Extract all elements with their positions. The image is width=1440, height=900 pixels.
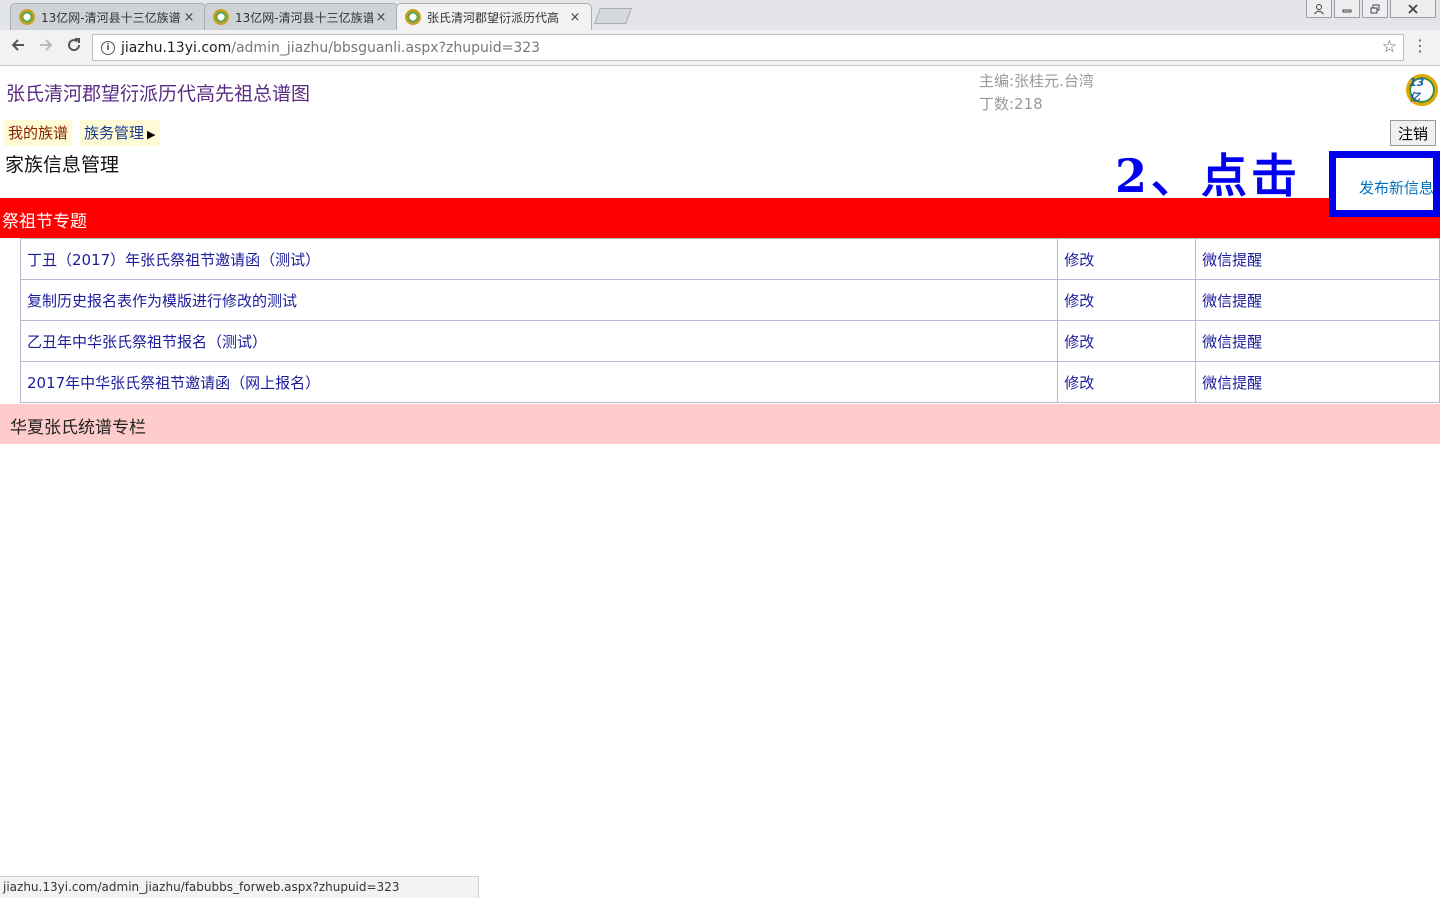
table-row: 复制历史报名表作为模版进行修改的测试 修改 微信提醒: [19, 279, 1440, 321]
post-title-link[interactable]: 乙丑年中华张氏祭祖节报名（测试）: [19, 320, 1059, 362]
post-table: 丁丑（2017）年张氏祭祖节邀请函（测试） 修改 微信提醒 复制历史报名表作为模…: [19, 238, 1440, 403]
tab-title: 张氏清河郡望衍派历代高: [427, 10, 560, 25]
wechat-reminder-link[interactable]: 微信提醒: [1195, 361, 1440, 403]
member-count: 丁数:218: [979, 95, 1043, 113]
section-header-unified-genealogy: 华夏张氏统谱专栏: [0, 404, 1440, 444]
minimize-icon[interactable]: [1334, 0, 1360, 18]
forward-arrow-icon[interactable]: [34, 36, 58, 60]
nav-clan-management-label: 族务管理: [84, 124, 145, 142]
wechat-reminder-link[interactable]: 微信提醒: [1195, 320, 1440, 362]
url-host: jiazhu.13yi.com: [121, 39, 232, 56]
browser-tab-strip: 13亿网-清河县十三亿族谱 × 13亿网-清河县十三亿族谱 × 张氏清河郡望衍派…: [0, 0, 1440, 30]
section-title: 华夏张氏统谱专栏: [10, 418, 146, 438]
edit-link[interactable]: 修改: [1057, 238, 1197, 280]
tab-title: 13亿网-清河县十三亿族谱: [235, 10, 373, 25]
new-tab-button[interactable]: [594, 8, 632, 24]
wechat-reminder-link[interactable]: 微信提醒: [1195, 279, 1440, 321]
nav-clan-management[interactable]: 族务管理 ▶: [80, 120, 160, 146]
address-bar[interactable]: i jiazhu.13yi.com/admin_jiazhu/bbsguanli…: [92, 34, 1404, 61]
browser-tab-2[interactable]: 13亿网-清河县十三亿族谱 ×: [204, 3, 398, 30]
page-title: 家族信息管理: [5, 154, 120, 176]
post-title-link[interactable]: 2017年中华张氏祭祖节邀请函（网上报名）: [19, 361, 1059, 403]
url-path: /admin_jiazhu/bbsguanli.aspx?zhupuid=323: [231, 39, 541, 56]
site-title: 张氏清河郡望衍派历代高先祖总谱图: [6, 83, 311, 105]
site-favicon-icon: [19, 9, 35, 25]
section-header-ancestor-festival: 祭祖节专题: [0, 198, 1440, 238]
site-favicon-icon: [405, 9, 421, 25]
browser-tab-3[interactable]: 张氏清河郡望衍派历代高 ×: [396, 3, 592, 30]
top-navigation: 我的族谱 族务管理 ▶: [4, 120, 160, 146]
edit-link[interactable]: 修改: [1057, 279, 1197, 321]
site-info-icon[interactable]: i: [101, 40, 115, 55]
browser-toolbar: i jiazhu.13yi.com/admin_jiazhu/bbsguanli…: [0, 30, 1440, 66]
status-bar-url: jiazhu.13yi.com/admin_jiazhu/fabubbs_for…: [0, 876, 479, 898]
user-profile-icon[interactable]: [1306, 0, 1332, 18]
maximize-icon[interactable]: [1362, 0, 1388, 18]
table-row: 乙丑年中华张氏祭祖节报名（测试） 修改 微信提醒: [19, 320, 1440, 362]
editor-name: 主编:张桂元.台湾: [979, 72, 1094, 90]
reload-icon[interactable]: [62, 36, 86, 60]
post-title-link[interactable]: 复制历史报名表作为模版进行修改的测试: [19, 279, 1059, 321]
publish-new-info-link[interactable]: 发布新信息: [1359, 177, 1434, 198]
bookmark-star-icon[interactable]: ☆: [1382, 37, 1397, 57]
logout-button[interactable]: 注销: [1390, 120, 1436, 146]
nav-my-genealogy[interactable]: 我的族谱: [4, 120, 73, 146]
section-title: 祭祖节专题: [2, 212, 87, 232]
back-arrow-icon[interactable]: [6, 36, 30, 60]
tutorial-annotation: 2、点击: [1115, 149, 1302, 203]
editor-info: 主编:张桂元.台湾 丁数:218: [979, 70, 1094, 116]
site-logo[interactable]: 13亿: [1406, 74, 1438, 106]
tab-close-icon[interactable]: ×: [567, 10, 583, 25]
table-row: 2017年中华张氏祭祖节邀请函（网上报名） 修改 微信提醒: [19, 361, 1440, 403]
browser-menu-icon[interactable]: ⋮: [1412, 38, 1428, 54]
tab-close-icon[interactable]: ×: [373, 10, 389, 25]
table-row: 丁丑（2017）年张氏祭祖节邀请函（测试） 修改 微信提醒: [19, 238, 1440, 280]
edit-link[interactable]: 修改: [1057, 361, 1197, 403]
submenu-arrow-icon: ▶: [147, 128, 156, 141]
window-controls: [1306, 0, 1436, 18]
close-window-icon[interactable]: [1390, 0, 1436, 18]
site-favicon-icon: [213, 9, 229, 25]
tab-title: 13亿网-清河县十三亿族谱: [41, 10, 181, 25]
tab-close-icon[interactable]: ×: [181, 10, 197, 25]
post-title-link[interactable]: 丁丑（2017）年张氏祭祖节邀请函（测试）: [19, 238, 1059, 280]
edit-link[interactable]: 修改: [1057, 320, 1197, 362]
wechat-reminder-link[interactable]: 微信提醒: [1195, 238, 1440, 280]
page-content: 张氏清河郡望衍派历代高先祖总谱图 主编:张桂元.台湾 丁数:218 13亿 我的…: [0, 67, 1440, 900]
browser-tab-1[interactable]: 13亿网-清河县十三亿族谱 ×: [10, 3, 206, 30]
